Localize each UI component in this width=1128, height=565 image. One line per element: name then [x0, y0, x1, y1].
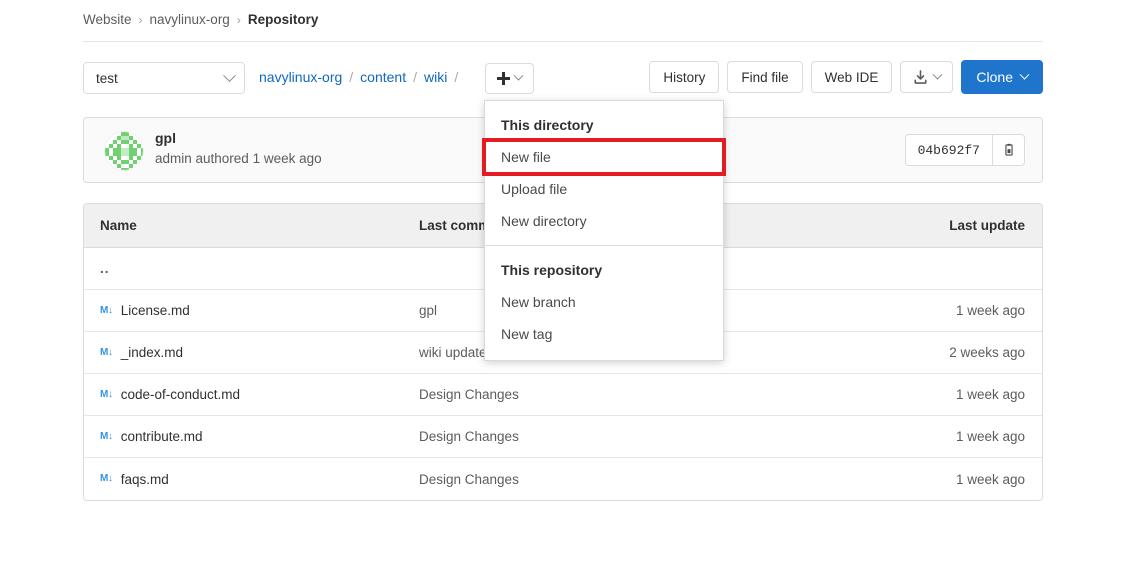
column-header-last-update: Last update — [949, 218, 1025, 233]
repository-page: Website › navylinux-org › Repository tes… — [0, 0, 1128, 565]
breadcrumb-item-repository: Repository — [247, 12, 319, 27]
branch-selector[interactable]: test — [83, 62, 245, 94]
commit-sha: 04b692f7 — [904, 134, 992, 166]
clipboard-copy-icon — [1004, 143, 1013, 156]
commit-author-meta: admin authored 1 week ago — [155, 151, 322, 166]
web-ide-button[interactable]: Web IDE — [810, 61, 893, 93]
file-link[interactable]: License.md — [121, 303, 190, 318]
markdown-file-icon: M↓ — [100, 430, 113, 442]
markdown-file-icon: M↓ — [100, 388, 113, 400]
breadcrumb-separator-icon: › — [236, 12, 241, 27]
file-link[interactable]: faqs.md — [121, 472, 169, 487]
path-breadcrumb: navylinux-org / content / wiki / — [259, 69, 458, 85]
path-separator: / — [413, 69, 417, 85]
identicon-pattern — [105, 132, 143, 170]
clone-button[interactable]: Clone — [961, 60, 1043, 94]
markdown-file-icon: M↓ — [100, 304, 113, 316]
dropdown-item-new-file[interactable]: New file — [482, 138, 726, 176]
cell-last-update: 1 week ago — [955, 303, 1025, 318]
cell-name: M↓ faqs.md — [84, 472, 419, 487]
commit-sha-group: 04b692f7 — [904, 134, 1025, 166]
cell-last-update: 1 week ago — [955, 387, 1025, 402]
dropdown-item-upload-file[interactable]: Upload file — [485, 173, 723, 205]
add-to-tree-dropdown-menu: This directory New file Upload file New … — [482, 100, 726, 361]
download-icon — [914, 69, 927, 84]
dropdown-item-new-branch[interactable]: New branch — [485, 286, 723, 318]
branch-selector-value: test — [96, 70, 118, 86]
plus-icon — [497, 72, 510, 85]
find-file-button[interactable]: Find file — [727, 61, 803, 93]
table-row[interactable]: M↓ faqs.md Design Changes 1 week ago — [84, 458, 1042, 500]
column-header-name: Name — [100, 218, 137, 233]
breadcrumb-item-navylinux-org[interactable]: navylinux-org — [150, 12, 230, 27]
path-separator: / — [454, 69, 459, 85]
chevron-down-icon — [223, 68, 236, 82]
dropdown-divider — [485, 245, 723, 246]
cell-name: M↓ contribute.md — [84, 429, 419, 444]
path-segment-wiki[interactable]: wiki — [424, 69, 447, 85]
table-row[interactable]: M↓ contribute.md Design Changes 1 week a… — [84, 416, 1042, 458]
history-button[interactable]: History — [649, 61, 720, 93]
cell-name: M↓ _index.md — [84, 345, 419, 360]
cell-last-update: 1 week ago — [955, 471, 1025, 487]
chevron-down-icon — [1019, 69, 1030, 80]
breadcrumb: Website › navylinux-org › Repository — [83, 12, 318, 27]
breadcrumb-separator-icon: › — [138, 12, 143, 27]
file-link[interactable]: contribute.md — [121, 429, 203, 444]
cell-last-update: 1 week ago — [955, 429, 1025, 444]
chevron-down-icon — [513, 70, 524, 81]
cell-last-commit[interactable]: Design Changes — [419, 472, 879, 487]
file-link[interactable]: _index.md — [121, 345, 183, 360]
breadcrumb-divider — [83, 41, 1043, 42]
path-segment-navylinux-org[interactable]: navylinux-org — [259, 69, 342, 85]
dropdown-section-header-this-repository: This repository — [501, 262, 603, 278]
identicon-avatar — [104, 131, 144, 171]
cell-last-commit[interactable]: Design Changes — [419, 387, 879, 402]
file-link[interactable]: code-of-conduct.md — [121, 387, 240, 402]
toolbar-actions: History Find file Web IDE Clone — [649, 60, 1043, 94]
breadcrumb-item-website[interactable]: Website — [83, 12, 132, 27]
cell-last-commit[interactable]: Design Changes — [419, 429, 879, 444]
dropdown-item-new-directory[interactable]: New directory — [485, 205, 723, 237]
path-segment-content[interactable]: content — [360, 69, 406, 85]
dropdown-item-new-tag[interactable]: New tag — [485, 318, 723, 350]
markdown-file-icon: M↓ — [100, 473, 113, 484]
table-row[interactable]: M↓ code-of-conduct.md Design Changes 1 w… — [84, 374, 1042, 416]
cell-name: M↓ License.md — [84, 303, 419, 318]
repository-toolbar: test navylinux-org / content / wiki / Hi… — [83, 60, 1043, 96]
path-separator: / — [349, 69, 354, 85]
chevron-down-icon — [932, 69, 943, 80]
parent-directory-link[interactable]: .. — [84, 261, 419, 276]
clone-button-label: Clone — [976, 69, 1013, 85]
add-to-tree-button[interactable] — [485, 63, 534, 94]
cell-last-update: 2 weeks ago — [949, 345, 1025, 360]
dropdown-section-header-this-directory: This directory — [501, 117, 594, 133]
markdown-file-icon: M↓ — [100, 346, 113, 358]
cell-name: M↓ code-of-conduct.md — [84, 387, 419, 402]
commit-message[interactable]: gpl — [155, 130, 176, 146]
parent-directory-label: .. — [100, 261, 110, 276]
download-button[interactable] — [900, 61, 954, 93]
copy-sha-button[interactable] — [992, 134, 1025, 166]
